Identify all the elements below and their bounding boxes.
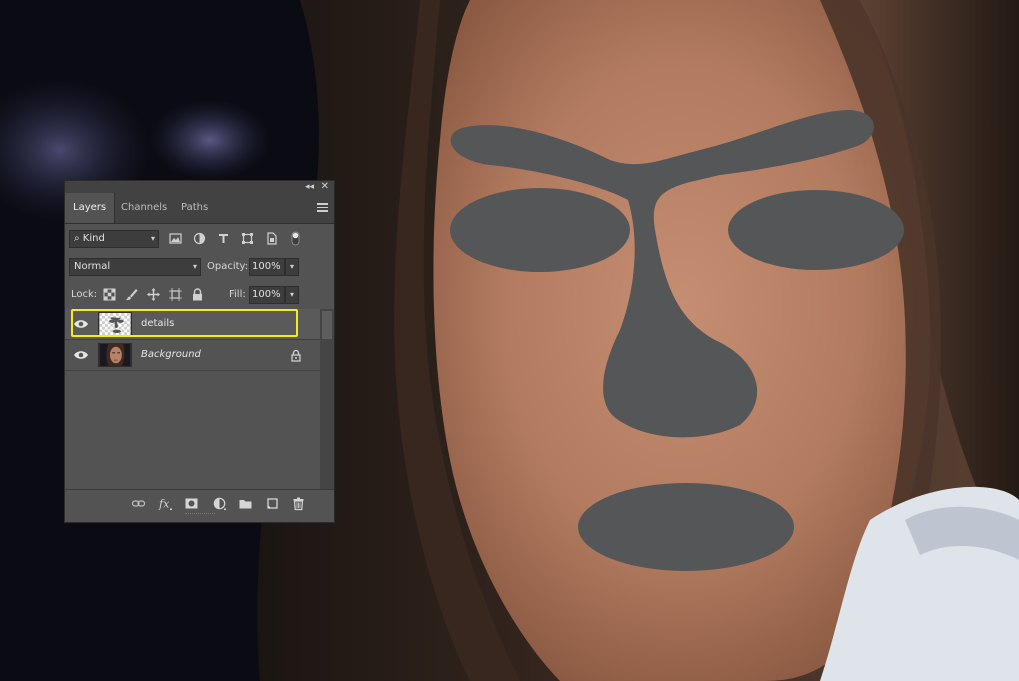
lock-all-icon[interactable] [190, 287, 205, 302]
eye-icon[interactable] [73, 349, 89, 361]
adjustment-layer-icon[interactable] [212, 496, 227, 511]
tab-paths[interactable]: Paths [173, 193, 216, 223]
scrollbar-thumb[interactable] [322, 311, 332, 339]
lock-transparent-pixels-icon[interactable] [102, 287, 117, 302]
selection-highlight [71, 309, 298, 337]
resize-grip[interactable] [185, 513, 215, 517]
layer-row-details[interactable]: details [65, 309, 320, 340]
delete-layer-trash-icon[interactable] [291, 496, 306, 511]
fill-dropdown-button[interactable]: ▾ [285, 286, 299, 304]
panel-titlebar: ◂◂ ✕ [65, 181, 334, 193]
layers-list: details Background [65, 309, 320, 489]
double-chevron-left-icon[interactable]: ◂◂ [305, 181, 314, 193]
opacity-input[interactable]: 100% [249, 258, 285, 276]
panel-tabs: Layers Channels Paths [65, 193, 334, 224]
adjustment-filter-icon[interactable] [192, 231, 207, 246]
panel-bottom-toolbar: fx [65, 489, 334, 518]
tab-layers[interactable]: Layers [65, 193, 116, 223]
close-icon[interactable]: ✕ [321, 181, 329, 193]
blend-row: Normal ▾ Opacity: 100% ▾ [65, 253, 334, 281]
lock-image-pixels-icon[interactable] [124, 287, 139, 302]
lock-icon [291, 349, 301, 362]
add-mask-icon[interactable] [184, 496, 199, 511]
search-icon: ⌕ [74, 233, 80, 244]
filter-toggle-switch[interactable] [288, 231, 300, 246]
opacity-label: Opacity: [207, 261, 249, 272]
svg-text:fx: fx [158, 498, 170, 511]
layer-style-fx-icon[interactable]: fx [158, 496, 173, 511]
chevron-down-icon: ▾ [150, 234, 155, 243]
lock-row: Lock: Fill: 100% ▾ [65, 281, 334, 310]
blend-mode-value: Normal [74, 261, 111, 272]
lock-artboard-icon[interactable] [168, 287, 183, 302]
new-group-folder-icon[interactable] [238, 496, 253, 511]
chevron-down-icon: ▾ [192, 262, 197, 271]
layer-name-background[interactable]: Background [141, 340, 201, 370]
type-filter-icon[interactable] [216, 231, 231, 246]
layers-panel: ◂◂ ✕ Layers Channels Paths ⌕ Kind ▾ Norm… [64, 180, 335, 523]
layer-thumbnail-background [98, 343, 132, 367]
opacity-dropdown-button[interactable]: ▾ [285, 258, 299, 276]
lock-position-icon[interactable] [146, 287, 161, 302]
smart-object-filter-icon[interactable] [264, 231, 279, 246]
fill-label: Fill: [229, 289, 246, 300]
layers-scrollbar[interactable] [320, 309, 334, 489]
filter-kind-label: Kind [82, 233, 105, 244]
layer-row-background[interactable]: Background [65, 340, 320, 371]
link-layers-icon[interactable] [131, 496, 146, 511]
pixel-filter-icon[interactable] [168, 231, 183, 246]
tab-channels[interactable]: Channels [113, 193, 175, 223]
filter-row: ⌕ Kind ▾ [65, 225, 334, 253]
fill-input[interactable]: 100% [249, 286, 285, 304]
panel-menu-icon[interactable] [317, 203, 328, 212]
blend-mode-select[interactable]: Normal ▾ [69, 258, 201, 276]
shape-filter-icon[interactable] [240, 231, 255, 246]
filter-kind-select[interactable]: ⌕ Kind ▾ [69, 230, 159, 248]
lock-label: Lock: [71, 289, 98, 300]
new-layer-icon[interactable] [265, 496, 280, 511]
